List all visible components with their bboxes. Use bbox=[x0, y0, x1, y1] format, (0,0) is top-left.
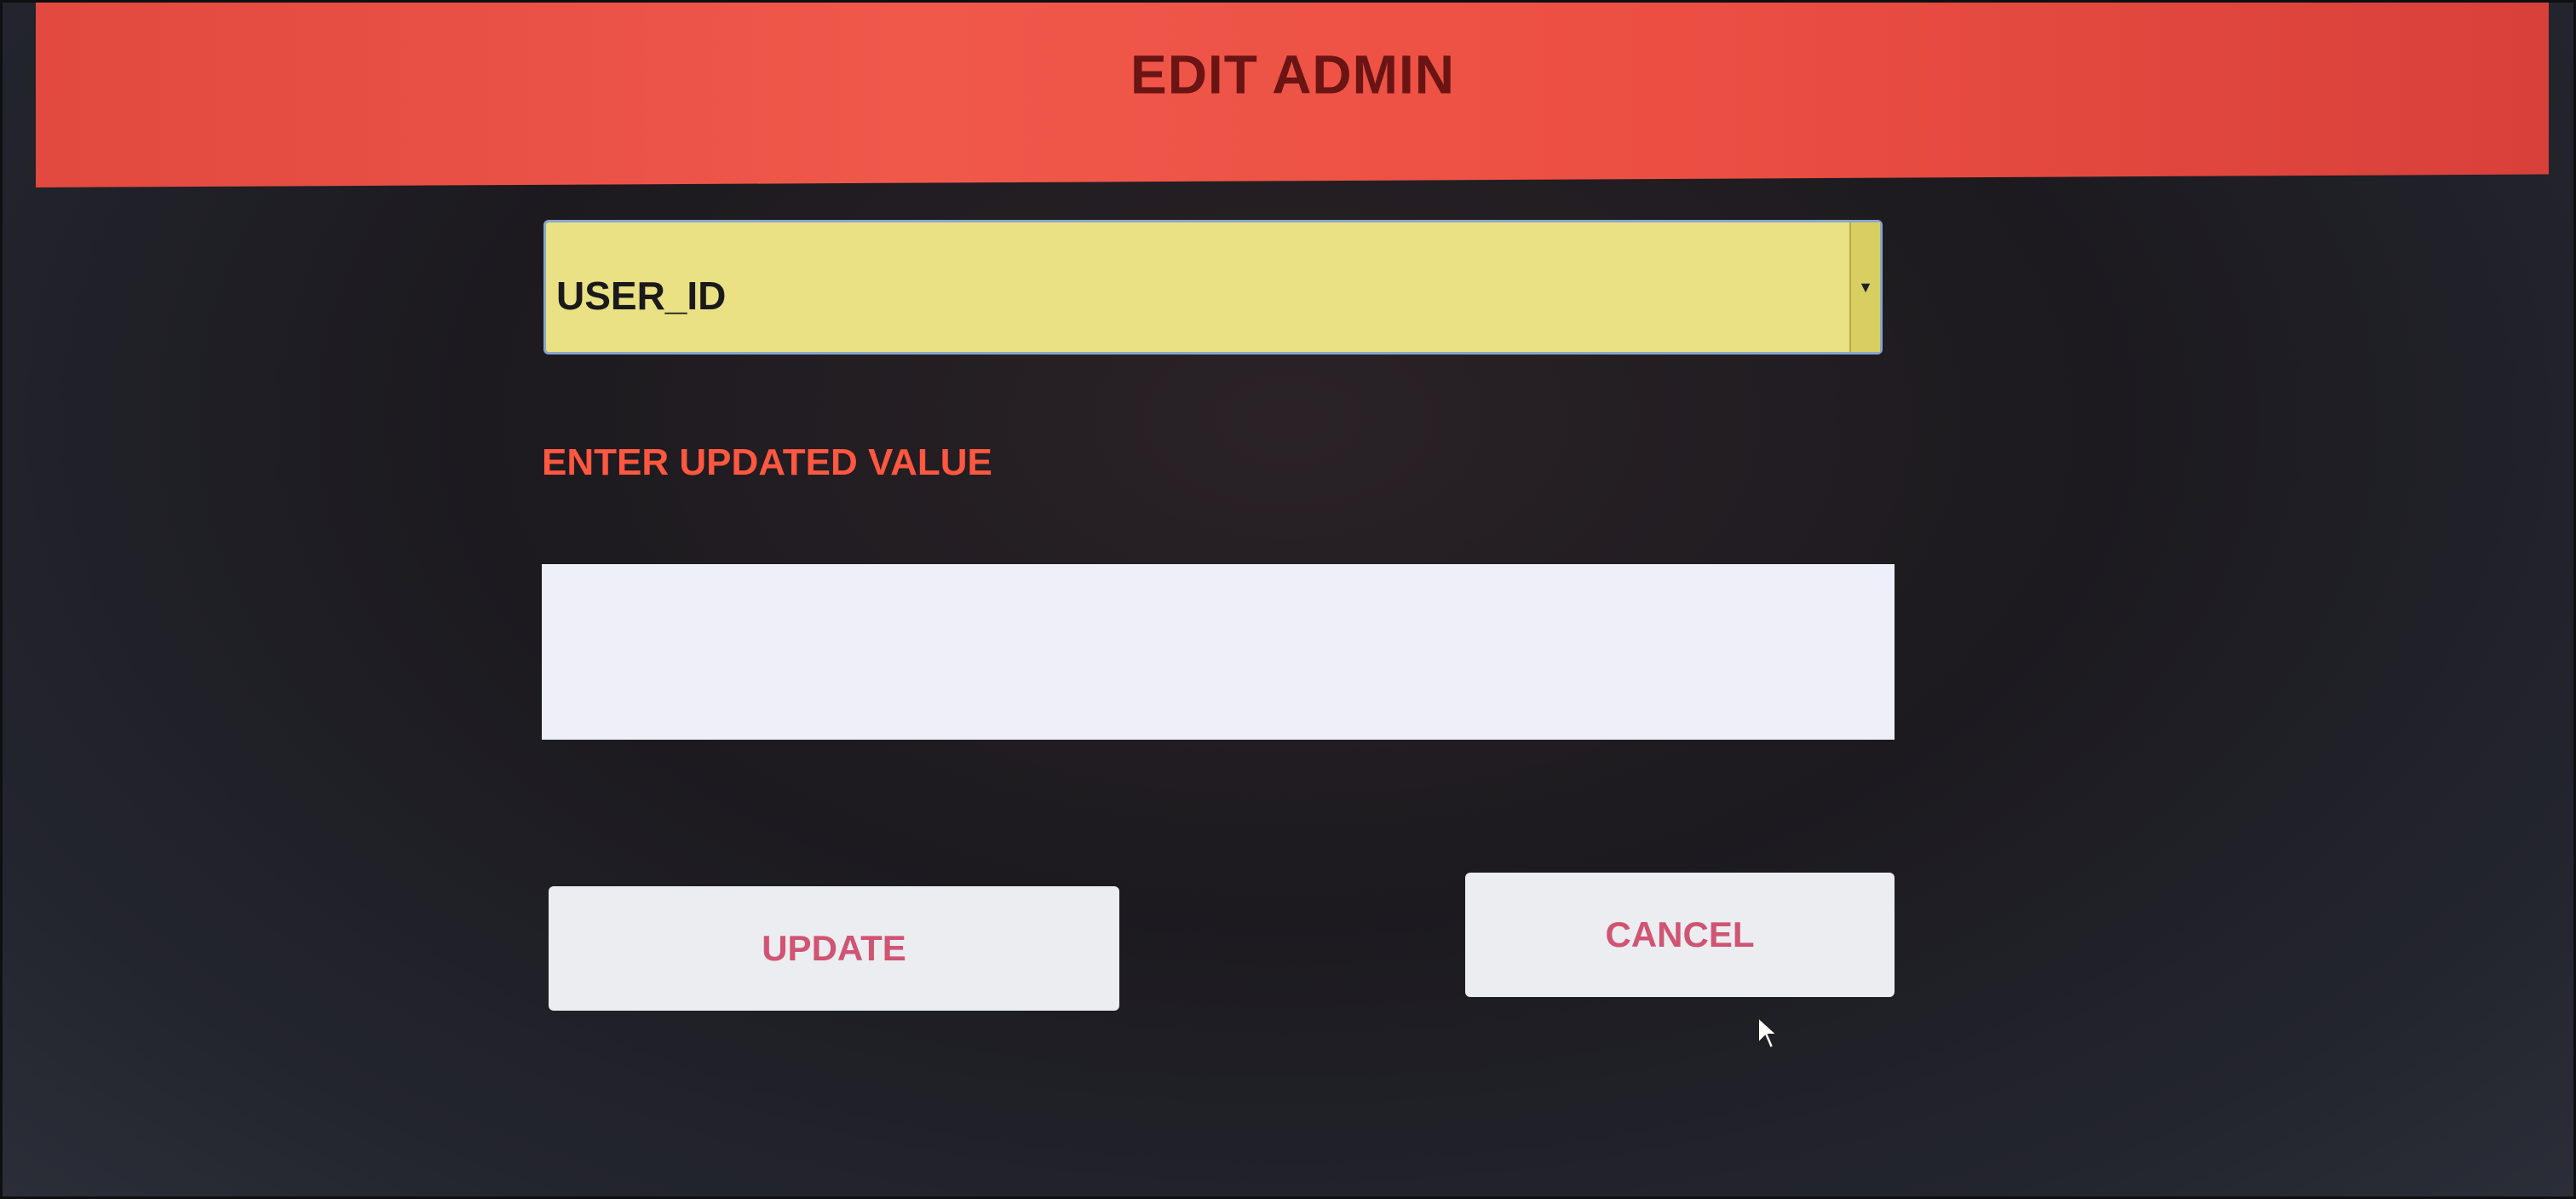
updated-value-label: ENTER UPDATED VALUE bbox=[542, 441, 992, 483]
field-select[interactable]: USER_ID ▼ bbox=[543, 220, 1883, 355]
field-select-value: USER_ID bbox=[556, 274, 727, 318]
mouse-pointer-icon bbox=[1757, 1016, 1780, 1050]
chevron-down-icon[interactable]: ▼ bbox=[1849, 222, 1880, 352]
updated-value-input[interactable] bbox=[542, 564, 1895, 740]
page-title: EDIT ADMIN bbox=[1130, 43, 1455, 106]
update-button[interactable]: UPDATE bbox=[549, 886, 1119, 1011]
header-bar: EDIT ADMIN bbox=[36, 0, 2549, 187]
cancel-button[interactable]: CANCEL bbox=[1465, 873, 1895, 997]
